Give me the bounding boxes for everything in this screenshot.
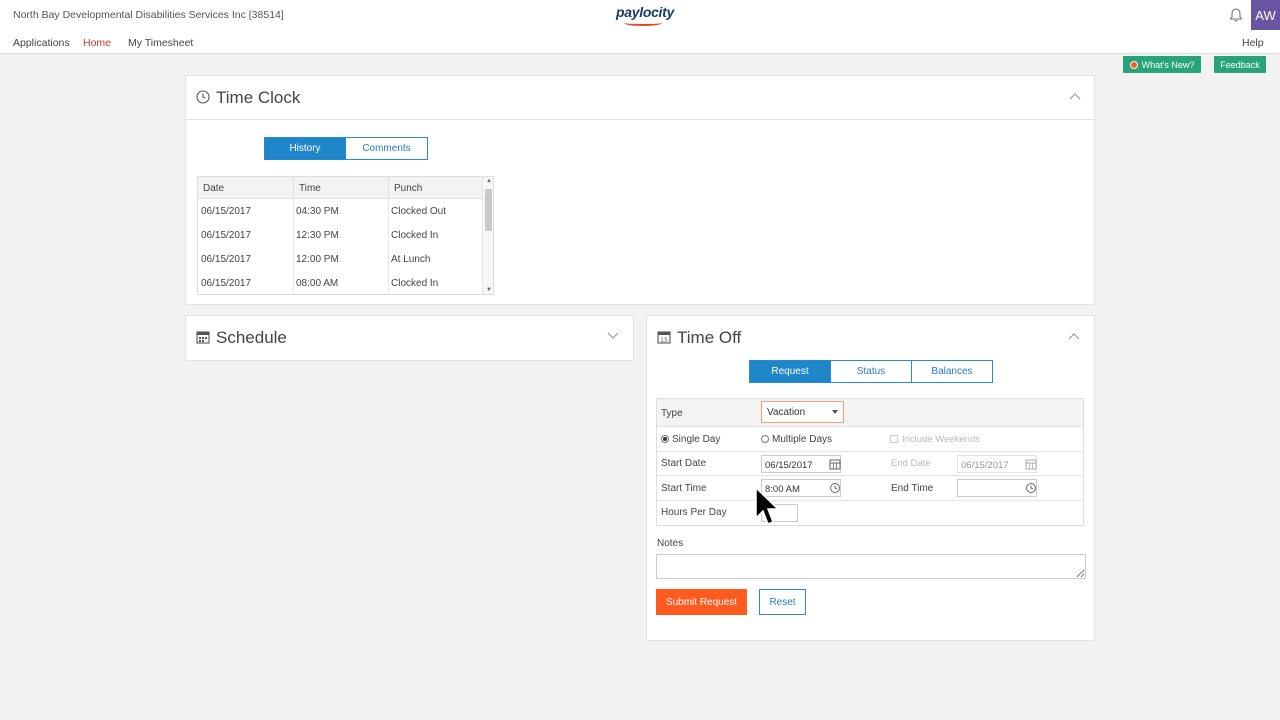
times-row: Start Time 8:00 AM End Time [657,476,1083,501]
calendar-grid-icon [196,331,210,344]
time-clock-tabs: History Comments [264,137,428,160]
schedule-title: Schedule [216,328,287,347]
punch-history-table: Date Time Punch 06/15/2017 04:30 PM Cloc… [197,176,494,295]
scrollbar-thumb[interactable] [485,189,492,231]
caret-down-icon [832,410,838,414]
dates-row: Start Date 06/15/2017 End Date 06/15/201… [657,452,1083,476]
time-clock-title: Time Clock [216,88,301,107]
request-form: Type Vacation Single Day Multiple Days I… [656,398,1084,526]
chevron-up-icon[interactable] [1069,92,1081,100]
cell-time: 04:30 PM [296,206,339,217]
schedule-header[interactable]: Schedule [186,316,633,360]
scroll-down-icon[interactable]: ▼ [486,287,492,293]
end-date-label: End Date [891,458,931,469]
table-row[interactable]: 06/15/2017 12:00 PM At Lunch [198,247,483,271]
day-mode-row: Single Day Multiple Days Include Weekend… [657,427,1083,452]
nav-my-timesheet[interactable]: My Timesheet [128,37,193,49]
cell-date: 06/15/2017 [201,254,252,265]
include-weekends-checkbox[interactable] [890,435,898,443]
type-select[interactable]: Vacation [761,401,844,423]
submit-request-button[interactable]: Submit Request [656,589,747,615]
table-row[interactable]: 06/15/2017 08:00 AM Clocked In [198,271,483,295]
cell-date: 06/15/2017 [201,206,252,217]
column-time[interactable]: Time [294,177,389,199]
include-weekends-label: Include Weekends [902,434,980,445]
cell-time: 12:30 PM [296,230,339,241]
multiple-days-radio[interactable] [761,435,769,443]
tab-status[interactable]: Status [830,361,911,382]
time-off-tabs: Request Status Balances [749,360,993,383]
time-off-title: Time Off [677,328,742,347]
logo-swoosh [624,20,662,26]
cell-punch: Clocked Out [391,206,447,217]
column-punch[interactable]: Punch [389,177,484,199]
clock-icon [196,90,210,104]
type-row: Type Vacation [657,399,1083,427]
tab-history[interactable]: History [265,138,345,159]
cell-time: 08:00 AM [296,278,339,289]
table-header: Date Time Punch [198,177,484,199]
feedback-button[interactable]: Feedback [1214,56,1266,73]
single-day-radio[interactable] [661,435,669,443]
notes-textarea[interactable] [656,554,1086,579]
notification-bell-icon[interactable] [1228,7,1244,23]
cell-time: 12:00 PM [296,254,339,265]
chevron-down-icon[interactable] [607,332,619,340]
cell-date: 06/15/2017 [201,278,252,289]
main-nav: Applications Home My Timesheet Help [0,30,1280,54]
cell-punch: Clocked In [391,230,439,241]
notes-label: Notes [657,538,684,549]
schedule-panel: Schedule [185,315,634,361]
clock-picker-icon[interactable] [827,480,843,496]
time-clock-header[interactable]: Time Clock [186,76,1094,120]
company-name: North Bay Developmental Disabilities Ser… [13,9,284,21]
end-time-label: End Time [891,483,934,494]
time-off-panel: 15 Time Off Request Status Balances Type… [646,315,1095,641]
start-date-label: Start Date [661,458,707,469]
time-off-header[interactable]: 15 Time Off [647,316,1094,360]
tab-balances[interactable]: Balances [911,361,992,382]
cell-date: 06/15/2017 [201,230,252,241]
start-time-label: Start Time [661,483,707,494]
type-selected-value: Vacation [767,407,806,418]
top-bar: North Bay Developmental Disabilities Ser… [0,0,1280,30]
nav-applications[interactable]: Applications [13,37,70,49]
cell-punch: At Lunch [391,254,431,265]
single-day-label[interactable]: Single Day [672,434,720,445]
whats-new-label: What's New? [1141,59,1195,70]
tab-comments[interactable]: Comments [345,138,427,159]
reset-button[interactable]: Reset [759,589,806,615]
cell-punch: Clocked In [391,278,439,289]
column-date[interactable]: Date [198,177,294,199]
whats-new-button[interactable]: What's New? [1123,56,1201,73]
user-avatar[interactable]: AW [1251,0,1280,30]
scroll-up-icon[interactable]: ▲ [486,178,492,184]
clock-picker-icon[interactable] [1023,480,1039,496]
table-scrollbar[interactable]: ▲ ▼ [482,177,493,294]
nav-help[interactable]: Help [1242,37,1264,49]
calendar-picker-icon[interactable] [827,456,843,472]
type-label: Type [661,408,683,419]
mouse-pointer-icon [755,487,780,525]
table-row[interactable]: 06/15/2017 12:30 PM Clocked In [198,223,483,247]
hours-per-day-label: Hours Per Day [661,507,727,518]
tab-request[interactable]: Request [750,361,830,382]
table-row[interactable]: 06/15/2017 04:30 PM Clocked Out [198,199,483,223]
calendar-picker-icon[interactable] [1023,456,1039,472]
hours-row: Hours Per Day [657,501,1083,525]
new-indicator-icon [1129,60,1138,69]
time-clock-panel: Time Clock History Comments Date Time Pu… [185,75,1095,305]
multiple-days-label[interactable]: Multiple Days [772,434,832,445]
nav-home[interactable]: Home [83,37,111,49]
svg-text:15: 15 [660,337,668,344]
paylocity-logo[interactable]: paylocity [616,4,674,20]
chevron-up-icon[interactable] [1068,332,1080,340]
calendar-icon: 15 [657,331,671,344]
